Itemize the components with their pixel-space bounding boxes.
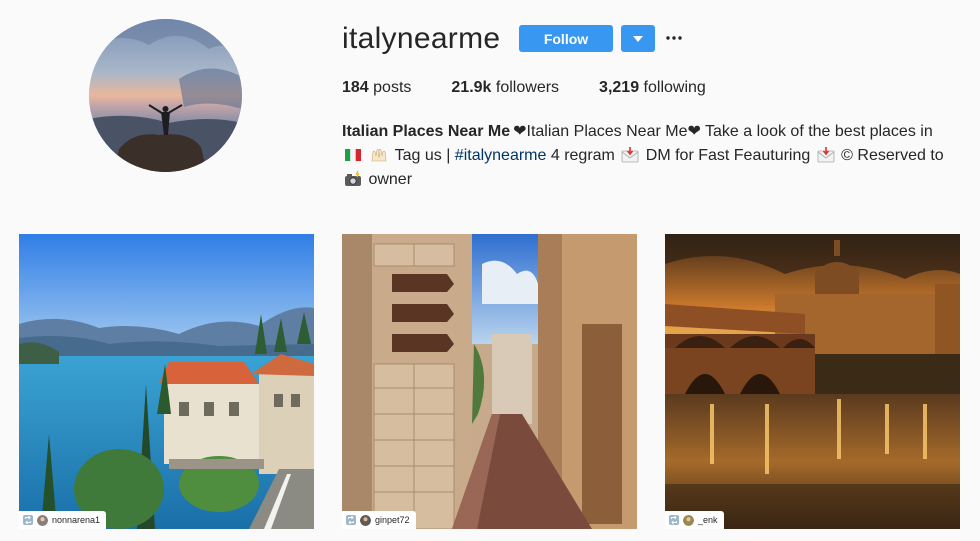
follow-button[interactable]: Follow bbox=[519, 25, 613, 52]
regram-icon bbox=[346, 515, 356, 525]
raised-hands-icon bbox=[372, 148, 387, 162]
hashtag-link[interactable]: #italynearme bbox=[455, 147, 547, 164]
bio-owner-text: owner bbox=[364, 171, 413, 188]
regram-icon bbox=[23, 515, 33, 525]
following-stat[interactable]: 3,219 following bbox=[599, 79, 706, 97]
post-image bbox=[19, 234, 314, 529]
credit-username: _enk bbox=[698, 515, 718, 525]
user-avatar bbox=[683, 514, 694, 526]
incoming-envelope-icon bbox=[817, 147, 835, 163]
bio-tag-text: Tag us | bbox=[390, 147, 455, 164]
bio-dm-text: DM for Fast Feauturing bbox=[641, 147, 815, 164]
following-label: following bbox=[643, 79, 706, 96]
regram-credit[interactable]: nonnarena1 bbox=[19, 511, 107, 529]
followers-count: 21.9k bbox=[451, 79, 492, 96]
credit-username: nonnarena1 bbox=[52, 515, 101, 525]
italy-flag-icon bbox=[345, 149, 361, 161]
regram-credit[interactable]: _enk bbox=[665, 511, 724, 529]
profile-stats: 184 posts 21.9k followers 3,219 followin… bbox=[342, 79, 746, 97]
heart-icon: ❤ bbox=[513, 123, 527, 140]
profile-full-name: Italian Places Near Me bbox=[342, 123, 511, 140]
post-thumbnail[interactable]: ginpet72 bbox=[342, 234, 637, 529]
heart-icon: ❤ bbox=[687, 123, 701, 140]
post-thumbnail[interactable]: nonnarena1 bbox=[19, 234, 314, 529]
bio-reserved-text: © Reserved to bbox=[836, 147, 944, 164]
posts-label: posts bbox=[373, 79, 412, 96]
user-avatar bbox=[360, 514, 371, 526]
post-thumbnail[interactable]: _enk bbox=[665, 234, 960, 529]
incoming-envelope-icon bbox=[621, 147, 639, 163]
credit-username: ginpet72 bbox=[375, 515, 410, 525]
posts-count: 184 bbox=[342, 79, 369, 96]
ellipsis-icon bbox=[666, 36, 682, 40]
regram-icon bbox=[669, 515, 679, 525]
followers-stat[interactable]: 21.9k followers bbox=[451, 79, 559, 97]
profile-avatar[interactable] bbox=[89, 19, 242, 172]
bio-line1-tail: Take a look of the best places in bbox=[700, 123, 933, 140]
caret-down-icon bbox=[633, 35, 643, 42]
camera-flash-icon bbox=[345, 171, 361, 186]
bio-regram-text: 4 regram bbox=[546, 147, 620, 164]
post-image bbox=[342, 234, 637, 529]
profile-username: italynearme bbox=[342, 22, 501, 55]
following-count: 3,219 bbox=[599, 79, 640, 96]
post-image bbox=[665, 234, 960, 529]
regram-credit[interactable]: ginpet72 bbox=[342, 511, 416, 529]
followers-label: followers bbox=[495, 79, 560, 96]
posts-stat: 184 posts bbox=[342, 79, 411, 97]
profile-bio: Italian Places Near Me ❤Italian Places Ne… bbox=[342, 120, 962, 192]
suggestions-dropdown-button[interactable] bbox=[621, 25, 655, 52]
more-options-button[interactable] bbox=[664, 28, 684, 48]
user-avatar bbox=[37, 514, 48, 526]
bio-line1-text: Italian Places Near Me bbox=[526, 123, 688, 140]
